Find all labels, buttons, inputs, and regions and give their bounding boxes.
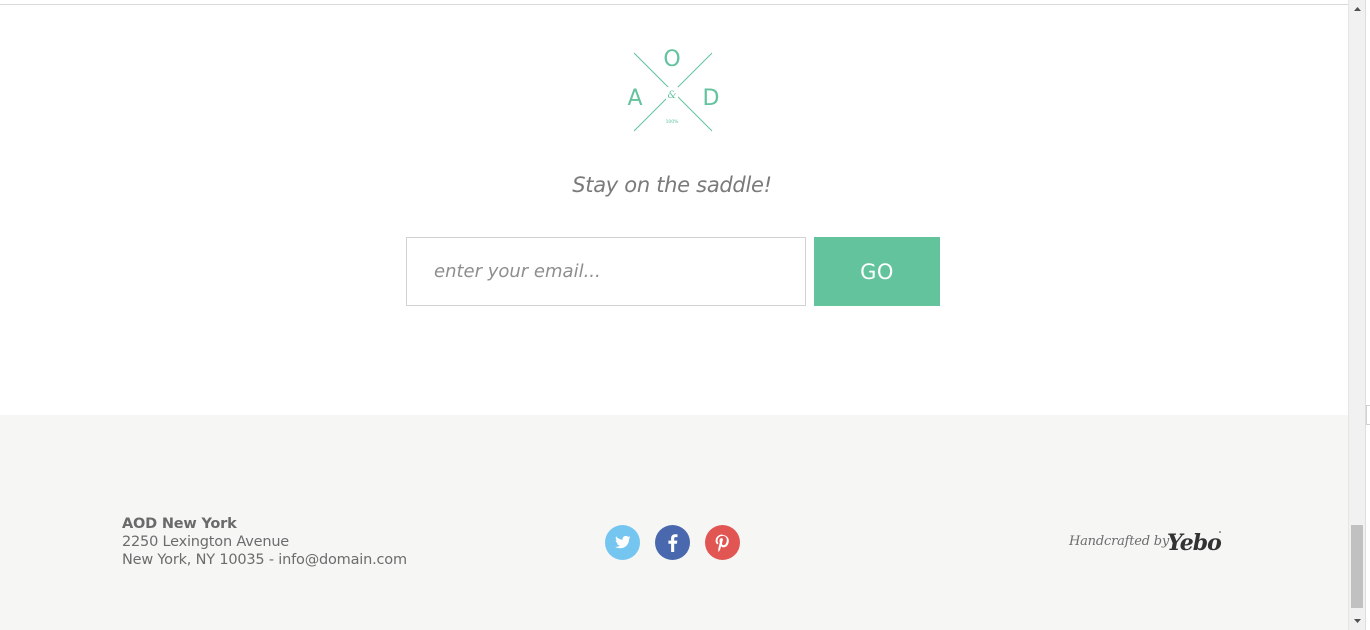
go-button[interactable]: GO [814,237,940,306]
company-name: AOD New York [122,516,237,532]
scrollbar-thumb[interactable] [1351,525,1363,608]
logo-ampersand: & [668,90,677,101]
twitter-icon [615,535,631,549]
handcrafted-credit: Handcrafted by Yebo [1069,521,1229,565]
newsletter-section: O A D & 100% Stay on the saddle! GO [0,5,1348,415]
email-input[interactable] [406,237,806,306]
page: O A D & 100% Stay on the saddle! GO AOD … [0,5,1348,630]
yebo-logo[interactable]: Yebo [1166,525,1222,561]
pinterest-link[interactable] [705,525,740,560]
vertical-scrollbar[interactable] [1348,0,1365,630]
footer-address: AOD New York 2250 Lexington Avenue New Y… [122,515,407,569]
facebook-icon [668,534,678,552]
pinterest-icon [715,534,729,552]
window-edge [1365,0,1370,630]
scroll-down-arrow-icon[interactable] [1349,613,1366,630]
address-line-2: New York, NY 10035 - info@domain.com [122,552,407,568]
yebo-logo-text: Yebo [1167,530,1221,556]
logo-letter-a: A [627,86,642,111]
logo-letter-o: O [663,47,680,72]
window-edge-notch [1366,405,1370,425]
address-line-1: 2250 Lexington Avenue [122,534,290,550]
twitter-link[interactable] [605,525,640,560]
logo-letter-d: D [703,86,720,111]
scroll-up-arrow-icon[interactable] [1349,0,1366,17]
newsletter-tagline: Stay on the saddle! [572,173,772,197]
footer: AOD New York 2250 Lexington Avenue New Y… [0,415,1348,630]
credit-text: Handcrafted by [1069,534,1170,549]
logo-small-text: 100% [666,119,680,125]
facebook-link[interactable] [655,525,690,560]
social-links [605,525,745,561]
aod-logo: O A D & 100% [624,47,722,132]
